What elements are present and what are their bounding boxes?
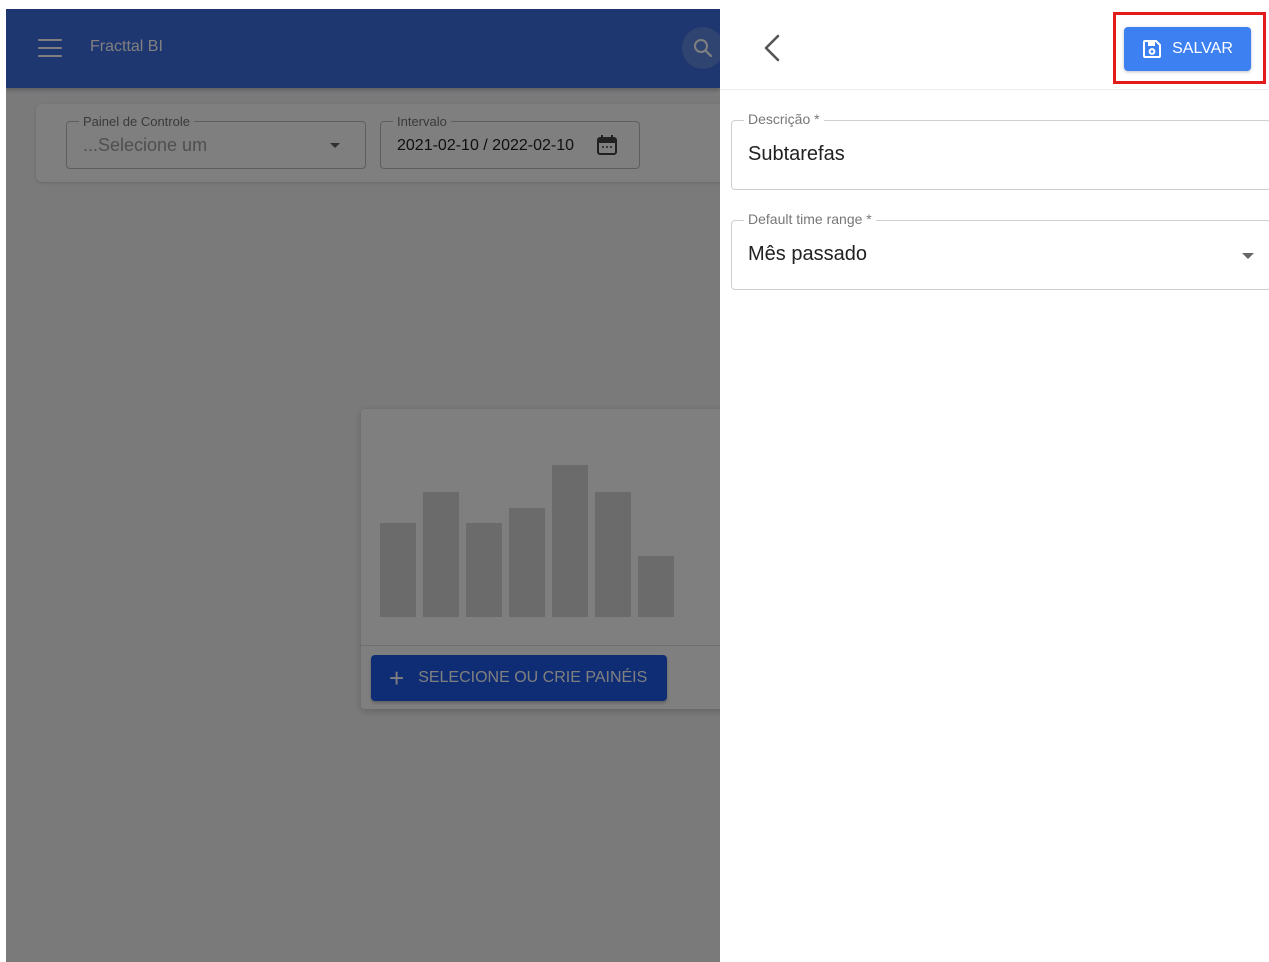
description-field[interactable]: Descrição * Subtarefas: [731, 111, 1269, 190]
chevron-down-icon: [1242, 253, 1254, 259]
back-arrow-icon[interactable]: [756, 26, 792, 70]
save-button-label: SALVAR: [1172, 40, 1233, 57]
save-button[interactable]: SALVAR: [1124, 27, 1251, 71]
default-time-range-select[interactable]: Default time range * Mês passado: [731, 211, 1269, 290]
description-field-label: Descrição *: [744, 111, 824, 127]
description-field-value: Subtarefas: [748, 143, 845, 165]
save-icon: [1143, 40, 1162, 58]
panel-header: SALVAR: [720, 0, 1269, 90]
default-time-range-label: Default time range *: [744, 211, 876, 227]
default-time-range-value: Mês passado: [748, 243, 867, 265]
modal-overlay[interactable]: [6, 9, 720, 962]
edit-dashboard-panel: SALVAR Descrição * Subtarefas Default ti…: [720, 0, 1269, 962]
